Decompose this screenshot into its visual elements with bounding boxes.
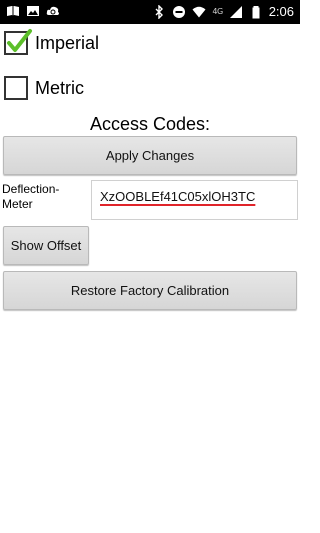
restore-factory-calibration-button[interactable]: Restore Factory Calibration: [3, 271, 297, 310]
imperial-checkbox[interactable]: [4, 29, 32, 55]
cloud-sync-icon: [46, 4, 60, 18]
imperial-label: Imperial: [35, 32, 100, 53]
do-not-disturb-icon: [172, 5, 186, 19]
battery-icon: [249, 5, 263, 19]
notification-icons: [6, 4, 60, 18]
metric-label: Metric: [35, 77, 84, 98]
apply-changes-button[interactable]: Apply Changes: [3, 136, 297, 175]
wifi-icon: [192, 5, 206, 19]
clock: 2:06: [268, 4, 294, 19]
signal-icon: [229, 5, 243, 19]
network-type-label: 4G: [212, 7, 223, 16]
access-codes-title: Access Codes:: [89, 114, 211, 134]
metric-checkbox[interactable]: [4, 76, 28, 100]
imperial-option[interactable]: Imperial: [4, 29, 99, 57]
image-icon: [26, 4, 40, 18]
book-icon: [6, 4, 20, 18]
deflection-meter-code-input[interactable]: XzOOBLEf41C05xlOH3TC: [91, 180, 298, 220]
status-bar: 4G 2:06: [0, 0, 300, 24]
system-status: 4G 2:06: [152, 3, 294, 21]
show-offset-button[interactable]: Show Offset: [3, 226, 89, 265]
metric-option[interactable]: Metric: [4, 74, 84, 102]
deflection-meter-code-value: XzOOBLEf41C05xlOH3TC: [100, 189, 256, 204]
bluetooth-icon: [152, 5, 166, 19]
deflection-meter-label: Deflection-Meter: [2, 182, 60, 211]
checkmark-icon: [7, 29, 32, 52]
